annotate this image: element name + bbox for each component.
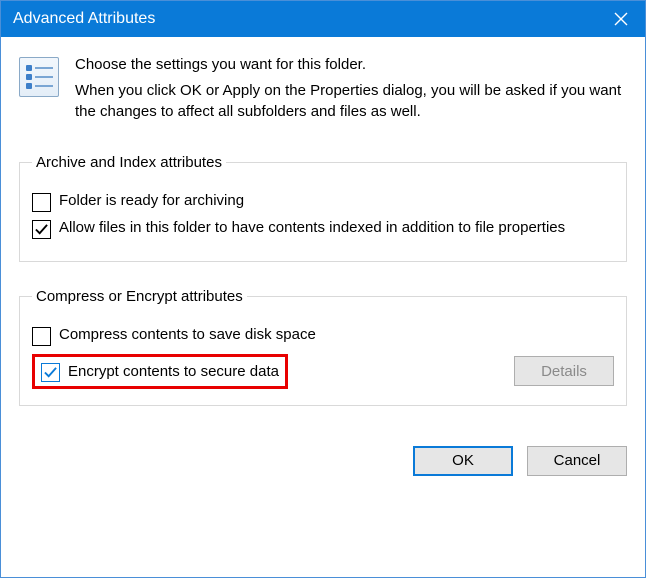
compress-encrypt-legend: Compress or Encrypt attributes <box>32 288 247 305</box>
index-checkbox-row[interactable]: Allow files in this folder to have conte… <box>32 218 614 239</box>
archive-checkbox[interactable] <box>32 193 51 212</box>
compress-encrypt-group: Compress or Encrypt attributes Compress … <box>19 288 627 406</box>
index-label: Allow files in this folder to have conte… <box>59 218 565 238</box>
titlebar: Advanced Attributes <box>1 1 645 37</box>
intro-section: Choose the settings you want for this fo… <box>19 55 627 128</box>
cancel-button[interactable]: Cancel <box>527 446 627 476</box>
intro-line1: Choose the settings you want for this fo… <box>75 55 627 75</box>
index-checkbox[interactable] <box>32 220 51 239</box>
details-button: Details <box>514 356 614 386</box>
archive-index-legend: Archive and Index attributes <box>32 154 226 171</box>
encrypt-checkbox[interactable] <box>41 363 60 382</box>
encrypt-label: Encrypt contents to secure data <box>68 363 279 380</box>
close-icon <box>614 12 628 26</box>
encrypt-row: Encrypt contents to secure data Details <box>32 354 614 389</box>
archive-checkbox-row[interactable]: Folder is ready for archiving <box>32 191 614 212</box>
compress-checkbox[interactable] <box>32 327 51 346</box>
window-title: Advanced Attributes <box>13 10 155 28</box>
checkmark-icon <box>34 223 49 236</box>
encrypt-highlight: Encrypt contents to secure data <box>32 354 288 389</box>
advanced-attributes-dialog: Advanced Attributes Choose the settings … <box>0 0 646 578</box>
close-button[interactable] <box>597 1 645 37</box>
client-area: Choose the settings you want for this fo… <box>1 37 645 406</box>
intro-text: Choose the settings you want for this fo… <box>75 55 627 128</box>
archive-label: Folder is ready for archiving <box>59 191 244 211</box>
compress-checkbox-row[interactable]: Compress contents to save disk space <box>32 325 614 346</box>
dialog-button-row: OK Cancel <box>1 432 645 494</box>
compress-label: Compress contents to save disk space <box>59 325 316 345</box>
attributes-list-icon <box>19 57 59 97</box>
checkmark-icon <box>43 366 58 379</box>
intro-line2: When you click OK or Apply on the Proper… <box>75 81 627 122</box>
archive-index-group: Archive and Index attributes Folder is r… <box>19 154 627 262</box>
ok-button[interactable]: OK <box>413 446 513 476</box>
